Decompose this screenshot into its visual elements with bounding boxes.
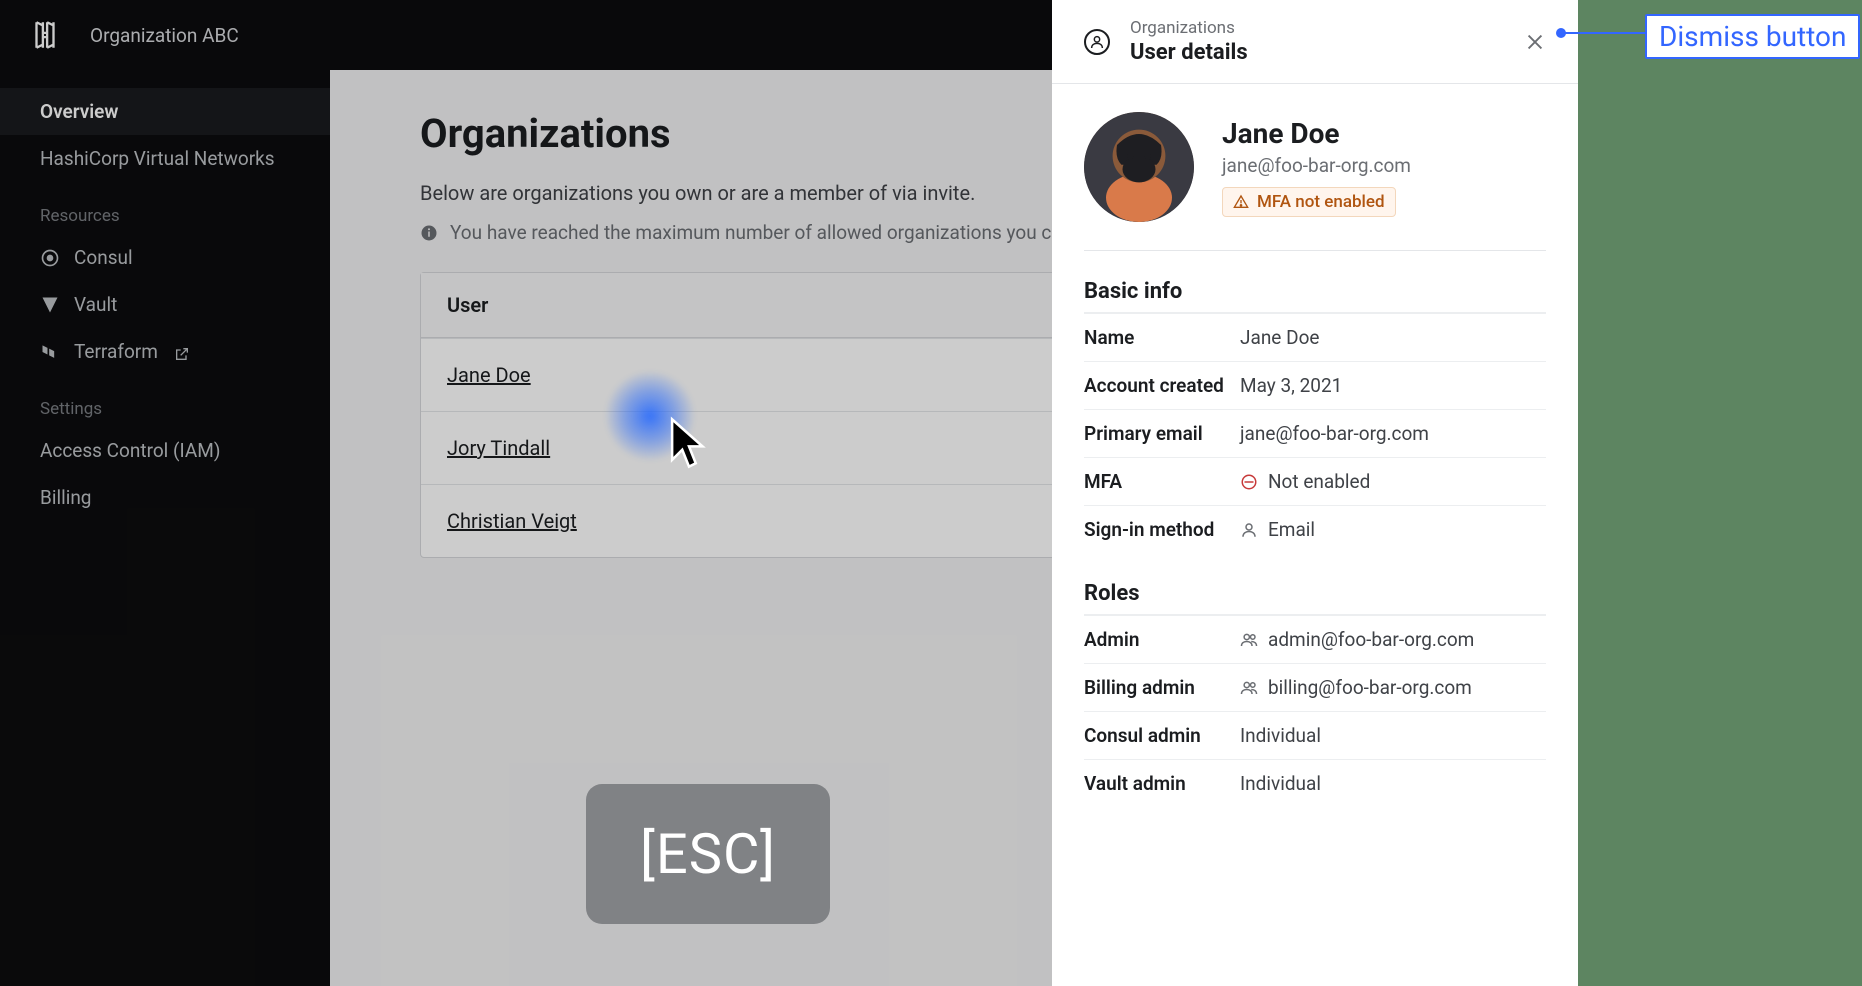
warning-icon (1233, 194, 1249, 210)
drawer-title: User details (1130, 40, 1248, 65)
close-icon[interactable] (1524, 31, 1546, 53)
drawer-body: Jane Doe jane@foo-bar-org.com MFA not en… (1052, 84, 1578, 835)
profile-name: Jane Doe (1222, 117, 1411, 150)
label: Account created (1084, 374, 1240, 397)
app-window: Organization ABC Overview HashiCorp Virt… (0, 0, 1578, 986)
user-icon (1240, 521, 1258, 539)
kv-role-admin: Admin admin@foo-bar-org.com (1084, 615, 1546, 663)
annotation-callout: Dismiss button (1645, 14, 1860, 59)
kv-email: Primary email jane@foo-bar-org.com (1084, 409, 1546, 457)
roles-heading: Roles (1084, 581, 1546, 606)
kv-role-vault: Vault admin Individual (1084, 759, 1546, 807)
value: Email (1240, 518, 1315, 541)
drawer-breadcrumb: Organizations (1130, 18, 1248, 38)
label: MFA (1084, 470, 1240, 493)
label: Billing admin (1084, 676, 1240, 699)
avatar (1084, 112, 1194, 222)
value: Individual (1240, 772, 1321, 795)
kv-mfa: MFA Not enabled (1084, 457, 1546, 505)
label: Sign-in method (1084, 518, 1240, 541)
value: Jane Doe (1240, 326, 1319, 349)
esc-key-badge: [ESC] (586, 784, 830, 924)
mfa-warning-badge: MFA not enabled (1222, 187, 1396, 217)
value: Not enabled (1240, 470, 1370, 493)
label: Admin (1084, 628, 1240, 651)
kv-created: Account created May 3, 2021 (1084, 361, 1546, 409)
kv-name: Name Jane Doe (1084, 313, 1546, 361)
profile-email: jane@foo-bar-org.com (1222, 154, 1411, 177)
mfa-badge-text: MFA not enabled (1257, 192, 1385, 212)
users-icon (1240, 631, 1258, 649)
label: Primary email (1084, 422, 1240, 445)
drawer-header: Organizations User details (1052, 0, 1578, 84)
user-icon (1084, 29, 1110, 55)
profile-block: Jane Doe jane@foo-bar-org.com MFA not en… (1084, 112, 1546, 251)
kv-role-consul: Consul admin Individual (1084, 711, 1546, 759)
annotation-line (1560, 32, 1652, 34)
label: Vault admin (1084, 772, 1240, 795)
kv-role-billing: Billing admin billing@foo-bar-org.com (1084, 663, 1546, 711)
label: Consul admin (1084, 724, 1240, 747)
value: billing@foo-bar-org.com (1240, 676, 1472, 699)
value: May 3, 2021 (1240, 374, 1342, 397)
label: Name (1084, 326, 1240, 349)
value: admin@foo-bar-org.com (1240, 628, 1474, 651)
user-details-drawer: Organizations User details (1052, 0, 1578, 986)
value: jane@foo-bar-org.com (1240, 422, 1429, 445)
kv-signin: Sign-in method Email (1084, 505, 1546, 553)
basic-info-heading: Basic info (1084, 279, 1546, 304)
value: Individual (1240, 724, 1321, 747)
users-icon (1240, 679, 1258, 697)
denied-icon (1240, 473, 1258, 491)
